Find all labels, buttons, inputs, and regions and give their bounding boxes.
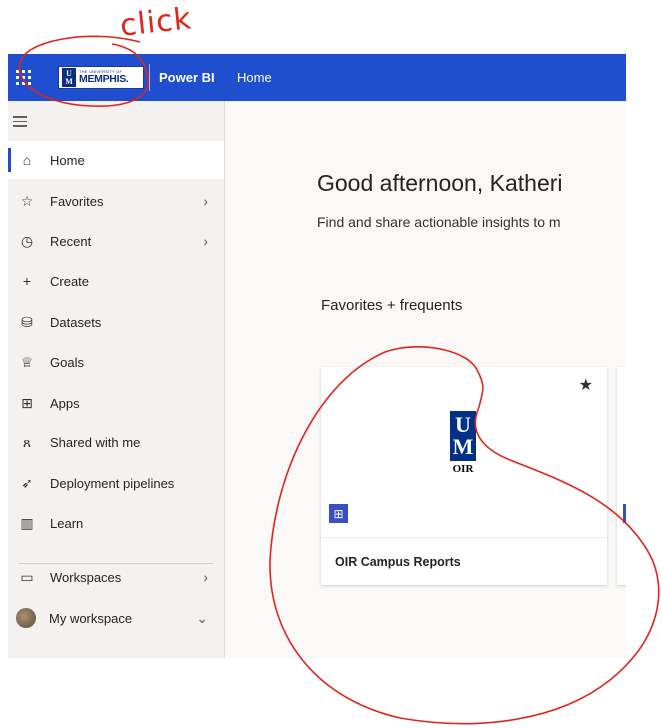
sidebar-item-shared-with-me[interactable]: ጸ Shared with me [8,423,224,461]
favorite-card-partial[interactable] [617,367,626,585]
sidebar-item-datasets[interactable]: ⛁ Datasets [8,303,224,341]
star-filled-icon[interactable]: ★ [579,375,593,395]
breadcrumb[interactable]: Home [237,70,272,85]
card-logo-text: OIR [452,463,474,475]
topbar-divider [149,64,150,91]
chevron-right-icon: › [203,233,208,249]
logo-big-text: MEMPHIS. [79,73,129,86]
sidebar-item-workspaces[interactable]: ▭ Workspaces › [8,558,224,596]
sidebar-item-label: Workspaces [50,569,122,585]
plus-icon: + [22,273,32,289]
clock-icon: ◷ [20,232,34,249]
trophy-icon: ♕ [20,353,34,370]
sidebar-item-my-workspace[interactable]: My workspace ⌄ [8,599,224,637]
app-name[interactable]: Power BI [159,70,215,85]
annotation-click-text: click [118,1,194,44]
power-bi-window: UM THE UNIVERSITY OF MEMPHIS. Power BI H… [8,54,626,658]
sidebar-item-label: Shared with me [50,434,141,450]
chevron-right-icon: › [203,569,208,585]
app-type-icon [623,504,626,523]
avatar [16,608,36,628]
sidebar-item-label: Apps [50,395,80,411]
chevron-down-icon: ⌄ [196,609,208,626]
chevron-right-icon: › [203,193,208,209]
sidebar-item-favorites[interactable]: ☆ Favorites › [8,182,224,220]
hamburger-menu-icon[interactable] [13,116,27,130]
sidebar-item-home[interactable]: ⌂ Home [8,141,224,179]
sidebar-item-label: Goals [50,354,84,370]
sidebar-item-create[interactable]: + Create [8,262,224,300]
page-subtitle: Find and share actionable insights to m [317,214,561,230]
people-icon: ጸ [22,433,32,450]
sidebar-item-label: Home [50,152,85,168]
top-bar: UM THE UNIVERSITY OF MEMPHIS. Power BI H… [8,54,626,101]
database-icon: ⛁ [21,313,33,330]
card-divider [321,537,607,538]
page-title: Good afternoon, Katheri [317,170,563,196]
card-logo-mark: UM [450,411,476,461]
sidebar-item-label: My workspace [49,610,133,626]
sidebar-item-label: Recent [50,233,92,249]
sidebar-item-deployment-pipelines[interactable]: ➶ Deployment pipelines [8,464,224,502]
sidebar-item-apps[interactable]: ⊞ Apps [8,384,224,422]
card-title: OIR Campus Reports [335,555,461,569]
favorite-card-oir-campus-reports[interactable]: ★ UM OIR ⊞ OIR Campus Reports [321,367,607,585]
home-icon: ⌂ [22,152,32,168]
card-logo: UM OIR [440,411,486,475]
sidebar-item-label: Datasets [50,314,102,330]
sidebar: ⌂ Home ☆ Favorites › ◷ Recent › + Create… [8,101,225,658]
sidebar-item-learn[interactable]: ▥ Learn [8,504,224,542]
main-content: Good afternoon, Katheri Find and share a… [225,101,626,658]
app-type-icon: ⊞ [329,504,348,523]
sidebar-item-recent[interactable]: ◷ Recent › [8,222,224,260]
book-icon: ▥ [20,514,34,531]
workspaces-icon: ▭ [20,568,34,585]
section-title: Favorites + frequents [321,297,463,314]
app-launcher-icon[interactable] [13,66,33,88]
sidebar-item-label: Deployment pipelines [50,475,175,491]
sidebar-item-goals[interactable]: ♕ Goals [8,343,224,381]
sidebar-item-label: Learn [50,515,84,531]
sidebar-item-label: Favorites [50,193,104,209]
sidebar-item-label: Create [50,273,90,289]
logo-mark: UM [62,68,76,87]
apps-icon: ⊞ [21,394,33,411]
rocket-icon: ➶ [21,474,33,491]
university-logo[interactable]: UM THE UNIVERSITY OF MEMPHIS. [58,66,144,89]
star-icon: ☆ [20,192,34,209]
